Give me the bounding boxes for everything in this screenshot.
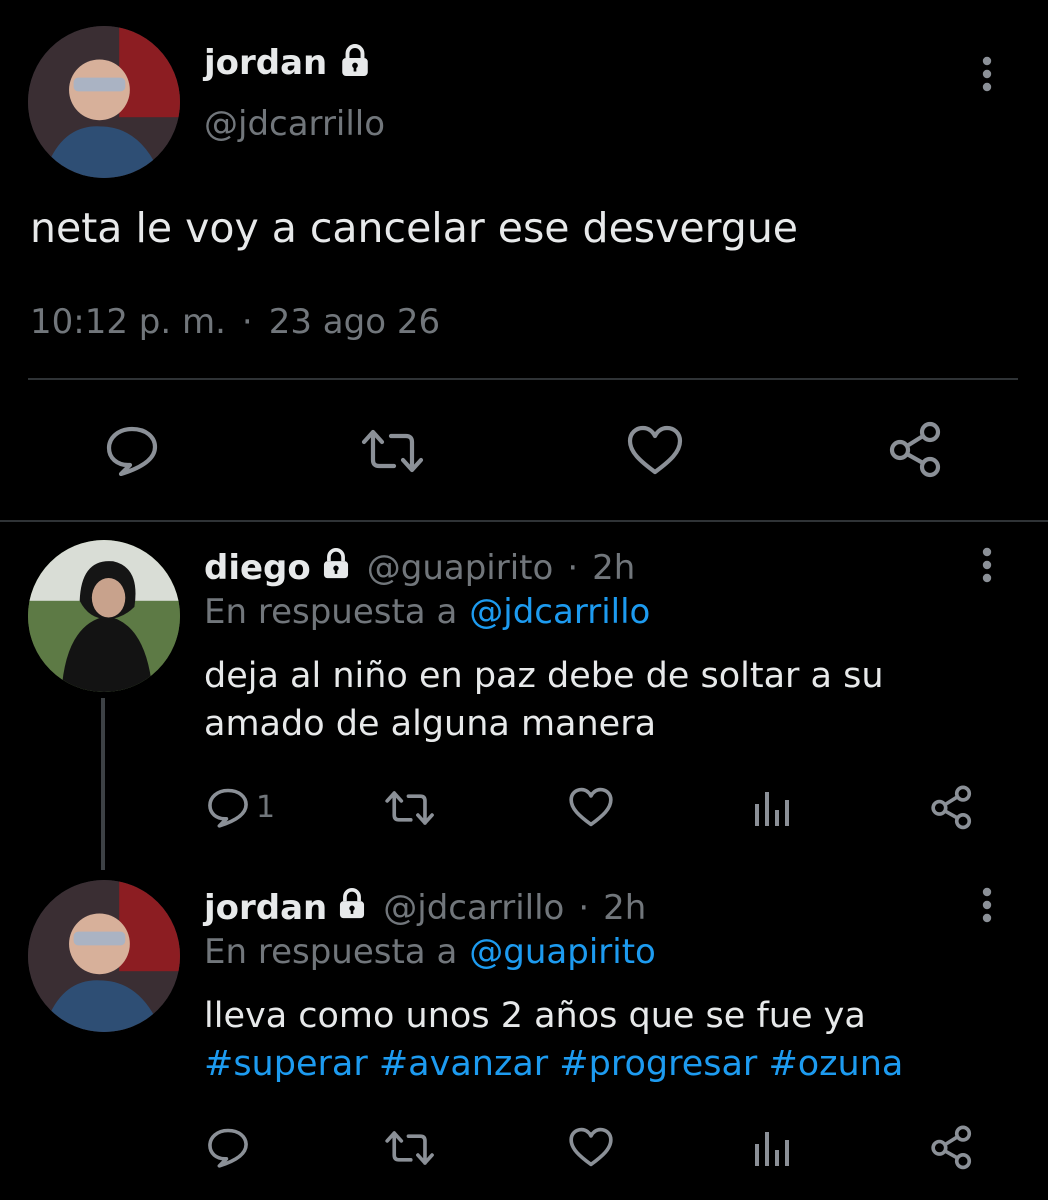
retweet-icon[interactable] [384,1128,436,1168]
author-handle[interactable]: @jdcarrillo [204,104,385,144]
views-chart-icon[interactable] [752,1128,792,1168]
reply-header: diego @guapirito · 2h [204,546,635,590]
share-icon[interactable] [888,420,944,478]
divider [0,520,1048,522]
author-name[interactable]: diego [204,548,311,588]
tweet-text: neta le voy a cancelar ese desvergue [30,204,799,252]
author-name[interactable]: jordan [204,888,327,928]
hashtags[interactable]: #superar #avanzar #progresar #ozuna [204,1044,903,1084]
reply-icon[interactable] [206,786,250,828]
lock-icon [337,43,373,83]
reply-header: jordan @jdcarrillo · 2h [204,886,646,930]
more-vertical-icon[interactable] [972,543,1002,587]
reply-prefix: En respuesta a [204,932,458,972]
author-name[interactable]: jordan [204,43,327,83]
avatar[interactable] [28,880,180,1032]
retweet-icon[interactable] [360,426,426,476]
reply-text-line-2: amado de alguna manera [204,704,657,744]
reply-text-line-1: lleva como unos 2 años que se fue ya [204,996,866,1036]
heart-icon[interactable] [568,1126,614,1168]
reply-context: En respuesta a @guapirito [204,932,656,972]
heart-icon[interactable] [626,424,684,476]
thread-line [101,698,105,870]
views-chart-icon[interactable] [752,788,792,828]
retweet-icon[interactable] [384,788,436,828]
share-icon[interactable] [930,784,974,830]
reply-age[interactable]: 2h [592,548,635,588]
more-vertical-icon[interactable] [972,52,1002,96]
avatar[interactable] [28,540,180,692]
author-handle[interactable]: @jdcarrillo [383,888,564,928]
reply-icon[interactable] [206,1126,250,1168]
lock-icon [335,887,369,930]
lock-icon [319,547,353,590]
header-separator: · [567,548,579,588]
more-vertical-icon[interactable] [972,883,1002,927]
author-row: jordan [204,40,373,86]
avatar[interactable] [28,26,180,178]
timestamp-separator: · [241,302,253,342]
avatar-image [28,26,180,178]
divider [28,378,1018,380]
reply-to-mention[interactable]: @jdcarrillo [469,592,650,632]
reply-text-line-1: deja al niño en paz debe de soltar a su [204,656,884,696]
header-separator: · [578,888,590,928]
avatar-image [28,880,180,1032]
author-handle[interactable]: @guapirito [367,548,554,588]
reply-context: En respuesta a @jdcarrillo [204,592,650,632]
reply-prefix: En respuesta a [204,592,458,632]
reply-count: 1 [256,789,276,825]
tweet-time[interactable]: 10:12 p. m. [30,302,226,342]
tweet-date[interactable]: 23 ago 26 [269,302,440,342]
reply-icon[interactable] [104,424,160,476]
share-icon[interactable] [930,1124,974,1170]
heart-icon[interactable] [568,786,614,828]
reply-to-mention[interactable]: @guapirito [469,932,656,972]
timestamp-row: 10:12 p. m. · 23 ago 26 [30,302,440,342]
reply-age[interactable]: 2h [603,888,646,928]
reply-action[interactable]: 1 [206,786,275,828]
avatar-image [28,540,180,692]
